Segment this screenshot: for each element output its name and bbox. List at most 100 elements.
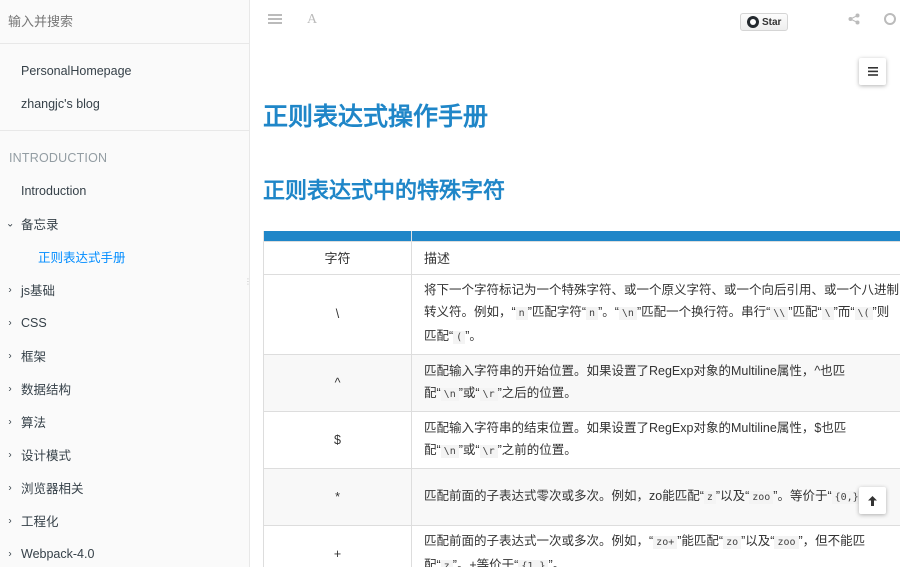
table-body: \ 将下一个字符标记为一个特殊字符、或一个原义字符、或一个向后引用、或一个八进制… [263,273,900,567]
inline-code: z [703,490,716,504]
inline-code: n [586,307,599,320]
desc-text: ”以及“ [741,533,775,548]
article: 正则表达式操作手册 正则表达式中的特殊字符 [263,95,900,211]
table-row: \ 将下一个字符标记为一个特殊字符、或一个原义字符、或一个向后引用、或一个八进制… [263,273,900,355]
table-cell-desc: 匹配前面的子表达式零次或多次。例如，zo能匹配“ z ”以及“ zoo ”。等价于“ {0… [411,467,900,526]
table-row: * 匹配前面的子表达式零次或多次。例如，zo能匹配“ z ”以及“ zoo ”。等价于“… [263,467,900,526]
inline-code: \r [479,387,498,401]
special-chars-table: 字符 描述 \ 将下一个字符标记为一个特殊字符、或一个原义字符、或一个向后引用、… [263,231,900,567]
table-cell-char: * [263,467,412,526]
chevron-right-icon[interactable]: › [6,284,14,295]
header-toolbar: A Star [250,0,900,40]
desc-text: ”能匹配“ [677,533,724,548]
chevron-right-icon[interactable]: › [6,449,14,460]
sidebar-item-webpack[interactable]: › Webpack-4.0 [0,537,249,567]
sidebar-item-regex-manual[interactable]: 正则表达式手册 [0,240,249,273]
inline-code: n [515,307,528,320]
github-icon [747,16,759,28]
table-cell-desc: 将下一个字符标记为一个特殊字符、或一个原义字符、或一个向后引用、或一个八进制转义… [411,273,900,355]
desc-text: ”或“ [458,385,480,400]
desc-text: ”。等价于“ [773,488,832,503]
sidebar-item-label: 正则表达式手册 [38,251,126,265]
star-label: Star [762,16,782,28]
sidebar-item-memo[interactable]: ⌄ 备忘录 [0,207,249,240]
inline-code: \n [440,387,459,401]
back-to-top-button[interactable] [859,487,886,514]
sidebar-item-label: 数据结构 [21,383,72,397]
table-cell-char: \ [263,273,412,355]
desc-text: ”之前的位置。 [497,442,577,457]
inline-code: \( [854,307,873,320]
github-link-icon[interactable] [884,12,896,28]
sidebar-item-frameworks[interactable]: › 框架 [0,339,249,372]
sidebar-item-label: 设计模式 [21,449,72,463]
sidebar-item-label: CSS [21,315,47,330]
sidebar-link-personal-homepage[interactable]: PersonalHomepage [0,54,249,87]
sidebar-link-blog[interactable]: zhangjc's blog [0,87,249,120]
desc-text: 匹配前面的子表达式零次或多次。例如，zo能匹配“ [424,488,704,503]
sidebar-item-data-structures[interactable]: › 数据结构 [0,372,249,405]
sidebar-item-js-basics[interactable]: › js基础 [0,273,249,306]
main-content: A Star 正则表达式操作手册 正则表达式中的特殊字符 字符 描述 \ 将下一… [250,0,900,567]
inline-code: \ [821,307,834,320]
chevron-right-icon[interactable]: › [6,548,14,559]
table-cell-char: ^ [263,353,412,412]
sidebar-item-label: Webpack-4.0 [21,546,95,561]
page-title: 正则表达式操作手册 [263,103,489,131]
inline-code: {1,} [518,559,549,567]
sidebar-item-css[interactable]: › CSS [0,306,249,339]
sidebar-item-algorithms[interactable]: › 算法 [0,405,249,438]
inline-code: \n [440,444,459,458]
desc-text: ”匹配字符“ [527,305,587,319]
desc-text: ”之后的位置。 [497,385,577,400]
inline-code: zoo [774,535,799,549]
font-settings-icon[interactable]: A [307,12,317,28]
inline-code: \r [479,444,498,458]
table-header-bar [263,231,900,241]
toggle-sidebar-icon[interactable] [268,12,282,28]
search-bar [0,0,249,44]
chevron-right-icon[interactable]: › [6,350,14,361]
desc-text: ”。 [465,329,482,343]
sidebar-item-label: 工程化 [21,515,59,529]
sidebar-nav: PersonalHomepage zhangjc's blog INTRODUC… [0,44,249,567]
chevron-down-icon[interactable]: ⌄ [6,218,14,229]
sidebar-item-label: 算法 [21,416,47,430]
desc-text: 匹配前面的子表达式一次或多次。例如，“ [424,533,654,548]
chevron-right-icon[interactable]: › [6,416,14,427]
sidebar-item-label: Introduction [21,183,87,198]
share-icon[interactable] [848,12,860,28]
chevron-right-icon[interactable]: › [6,515,14,526]
sidebar-item-label: js基础 [21,284,56,298]
sidebar-item-introduction[interactable]: Introduction [0,174,249,207]
sidebar-item-browser[interactable]: › 浏览器相关 [0,471,249,504]
list-icon [867,67,878,76]
sidebar-item-label: 备忘录 [21,218,59,232]
sidebar-item-engineering[interactable]: › 工程化 [0,504,249,537]
toc-toggle-button[interactable] [859,58,886,85]
inline-code: \n [618,307,637,320]
table-cell-desc: 匹配输入字符串的开始位置。如果设置了RegExp对象的Multiline属性，^… [411,353,900,412]
inline-code: zoo [749,490,774,504]
desc-text: ”。+等价于“ [452,557,519,567]
desc-text: ”以及“ [715,488,750,503]
sidebar-resize-handle-icon[interactable]: ⋮ [244,278,249,292]
table-header-desc: 描述 [411,240,900,275]
sidebar-item-design-patterns[interactable]: › 设计模式 [0,438,249,471]
sidebar-links-group: PersonalHomepage zhangjc's blog [0,44,249,131]
inline-code: ( [453,331,466,344]
table-cell-char: + [263,524,412,567]
table-cell-desc: 匹配前面的子表达式一次或多次。例如，“ zo+ ”能匹配“ zo ”以及“ zoo ”，但不… [411,524,900,567]
inline-code: zo+ [653,535,678,549]
sidebar-link-label: PersonalHomepage [21,63,132,78]
table-header-row: 字符 描述 [263,240,900,275]
sidebar-chapters: INTRODUCTION Introduction ⌄ 备忘录 正则表达式手册 ›… [0,131,249,567]
desc-text: ”。“ [598,305,619,319]
chevron-right-icon[interactable]: › [6,482,14,493]
chevron-right-icon[interactable]: › [6,317,14,328]
chevron-right-icon[interactable]: › [6,383,14,394]
github-star-button[interactable]: Star [740,13,789,31]
table-header-char: 字符 [263,240,412,275]
sidebar: PersonalHomepage zhangjc's blog INTRODUC… [0,0,250,567]
search-input[interactable] [8,14,238,29]
